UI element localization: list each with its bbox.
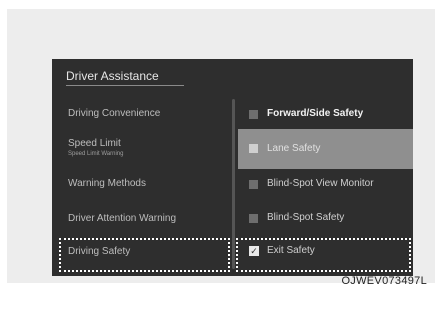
checkbox-unchecked-icon[interactable] <box>249 180 258 189</box>
menu-item-label: Speed Limit <box>68 138 121 149</box>
menu-item-sublabel: Speed Limit Warning <box>68 151 124 157</box>
checkbox-unchecked-icon[interactable] <box>249 110 258 119</box>
title-underline <box>66 85 184 86</box>
menu-item-speed-limit[interactable]: Speed Limit Speed Limit Warning <box>68 138 123 158</box>
menu-item-label: Driver Attention Warning <box>68 213 177 224</box>
option-label: Lane Safety <box>267 143 321 154</box>
option-blind-spot-safety[interactable]: Blind-Spot Safety <box>249 209 413 227</box>
option-blind-spot-view-monitor[interactable]: Blind-Spot View Monitor <box>249 175 413 193</box>
option-forward-side-safety[interactable]: Forward/Side Safety <box>249 105 413 123</box>
highlight-box-driving-safety <box>59 238 230 272</box>
option-label: Forward/Side Safety <box>267 108 364 119</box>
infotainment-screen: Driver Assistance Driving Convenience Sp… <box>52 59 413 276</box>
menu-divider <box>232 99 235 269</box>
figure-frame: Driver Assistance Driving Convenience Sp… <box>7 9 435 287</box>
menu-item-warning-methods[interactable]: Warning Methods <box>68 178 146 190</box>
option-label: Blind-Spot Safety <box>267 212 345 223</box>
checkbox-unchecked-icon[interactable] <box>249 214 258 223</box>
page-title: Driver Assistance <box>66 69 159 83</box>
menu-item-driver-attention-warning[interactable]: Driver Attention Warning <box>68 213 176 225</box>
highlight-box-exit-safety <box>236 238 411 272</box>
figure-reference-code: OJWEV073497L <box>341 275 427 287</box>
option-lane-safety[interactable]: Lane Safety <box>238 129 413 169</box>
menu-item-label: Driving Convenience <box>68 108 161 119</box>
menu-item-label: Warning Methods <box>68 178 146 189</box>
checkbox-unchecked-icon[interactable] <box>249 144 258 153</box>
option-label: Blind-Spot View Monitor <box>267 178 374 189</box>
menu-item-driving-convenience[interactable]: Driving Convenience <box>68 108 160 120</box>
